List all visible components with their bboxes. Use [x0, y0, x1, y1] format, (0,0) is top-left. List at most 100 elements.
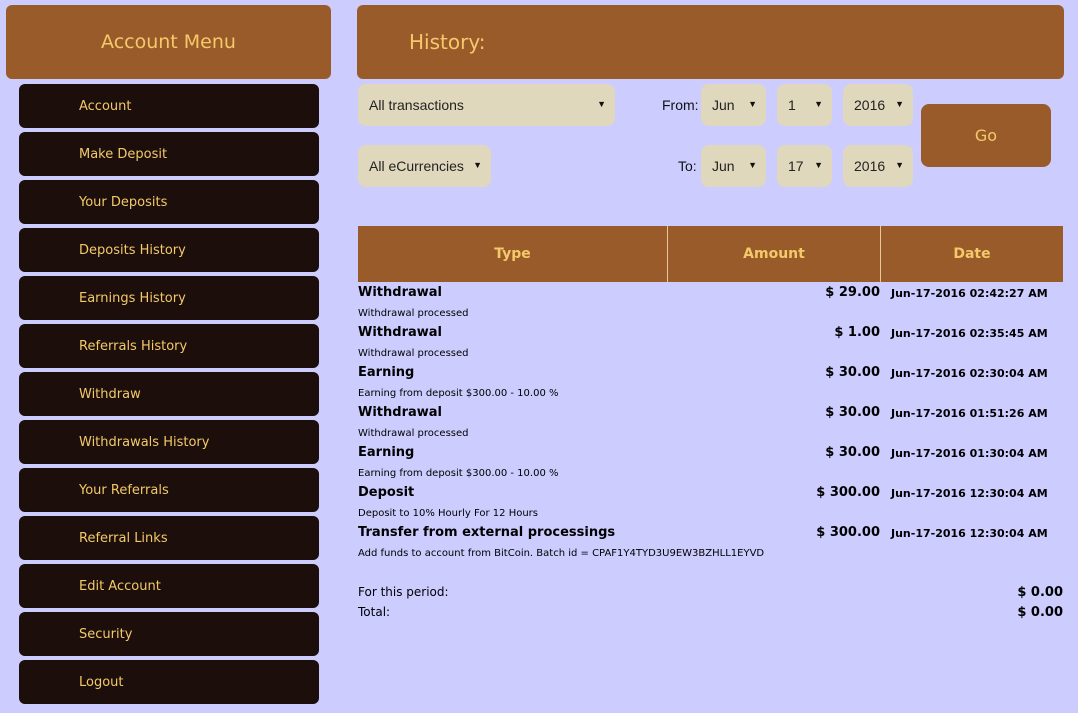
table-row: Earning $ 30.00 Jun-17-2016 01:30:04 AM … [358, 444, 1063, 484]
row-amount: $ 30.00 [825, 405, 880, 420]
row-description: Withdrawal processed [358, 428, 469, 439]
menu-item-edit-account[interactable]: Edit Account [19, 564, 319, 608]
dropdown-arrow-icon: ▼ [814, 160, 823, 170]
row-amount: $ 30.00 [825, 365, 880, 380]
menu-item-label: Logout [79, 674, 124, 690]
row-description: Earning from deposit $300.00 - 10.00 % [358, 468, 559, 479]
to-label: To: [678, 158, 697, 174]
history-table-body: Withdrawal $ 29.00 Jun-17-2016 02:42:27 … [358, 284, 1063, 564]
from-month-select[interactable]: Jun ▼ [701, 84, 766, 126]
menu-item-referrals-history[interactable]: Referrals History [19, 324, 319, 368]
row-description: Withdrawal processed [358, 308, 469, 319]
transaction-type-value: All transactions [369, 97, 464, 113]
dropdown-arrow-icon: ▼ [895, 160, 904, 170]
from-day-select[interactable]: 1 ▼ [777, 84, 832, 126]
table-row: Withdrawal $ 1.00 Jun-17-2016 02:35:45 A… [358, 324, 1063, 364]
row-type: Earning [358, 365, 415, 380]
row-description: Withdrawal processed [358, 348, 469, 359]
to-month-select[interactable]: Jun ▼ [701, 145, 766, 187]
menu-item-earnings-history[interactable]: Earnings History [19, 276, 319, 320]
period-total-value: $ 0.00 [1017, 585, 1063, 600]
row-date: Jun-17-2016 02:30:04 AM [891, 367, 1048, 380]
row-date: Jun-17-2016 01:30:04 AM [891, 447, 1048, 460]
grand-total-row: Total: $ 0.00 [358, 605, 1063, 625]
menu-item-label: Security [79, 626, 133, 642]
period-total-label: For this period: [358, 585, 449, 599]
column-header-type: Type [358, 226, 668, 282]
from-label: From: [662, 97, 699, 113]
period-total-row: For this period: $ 0.00 [358, 585, 1063, 605]
row-amount: $ 300.00 [816, 485, 880, 500]
page-title: History: [409, 30, 486, 54]
row-amount: $ 1.00 [834, 325, 880, 340]
row-type: Earning [358, 445, 415, 460]
history-table-header: Type Amount Date [358, 226, 1063, 282]
menu-item-logout[interactable]: Logout [19, 660, 319, 704]
menu-item-withdraw[interactable]: Withdraw [19, 372, 319, 416]
menu-item-label: Referrals History [79, 338, 188, 354]
menu-item-your-deposits[interactable]: Your Deposits [19, 180, 319, 224]
row-type: Transfer from external processings [358, 525, 616, 540]
row-type: Withdrawal [358, 285, 442, 300]
menu-item-label: Deposits History [79, 242, 186, 258]
row-amount: $ 29.00 [825, 285, 880, 300]
row-description: Earning from deposit $300.00 - 10.00 % [358, 388, 559, 399]
menu-item-referral-links[interactable]: Referral Links [19, 516, 319, 560]
from-year-select[interactable]: 2016 ▼ [843, 84, 913, 126]
to-day-select[interactable]: 17 ▼ [777, 145, 832, 187]
column-header-date: Date [953, 246, 991, 262]
account-menu-title: Account Menu [101, 31, 236, 53]
menu-item-label: Edit Account [79, 578, 161, 594]
menu-item-withdrawals-history[interactable]: Withdrawals History [19, 420, 319, 464]
account-menu: Account Make Deposit Your Deposits Depos… [19, 84, 319, 708]
from-year-value: 2016 [854, 97, 886, 113]
from-month-value: Jun [712, 97, 735, 113]
menu-item-make-deposit[interactable]: Make Deposit [19, 132, 319, 176]
table-row: Deposit $ 300.00 Jun-17-2016 12:30:04 AM… [358, 484, 1063, 524]
table-row: Earning $ 30.00 Jun-17-2016 02:30:04 AM … [358, 364, 1063, 404]
currency-select[interactable]: All eCurrencies ▼ [358, 145, 491, 187]
row-date: Jun-17-2016 01:51:26 AM [891, 407, 1048, 420]
table-row: Withdrawal $ 29.00 Jun-17-2016 02:42:27 … [358, 284, 1063, 324]
to-year-select[interactable]: 2016 ▼ [843, 145, 913, 187]
dropdown-arrow-icon: ▼ [748, 160, 757, 170]
row-amount: $ 30.00 [825, 445, 880, 460]
to-month-value: Jun [712, 158, 735, 174]
go-button-label: Go [974, 126, 998, 145]
row-date: Jun-17-2016 02:42:27 AM [891, 287, 1048, 300]
table-row: Withdrawal $ 30.00 Jun-17-2016 01:51:26 … [358, 404, 1063, 444]
row-type: Deposit [358, 485, 415, 500]
menu-item-label: Earnings History [79, 290, 186, 306]
menu-item-label: Withdraw [79, 386, 141, 402]
dropdown-arrow-icon: ▼ [597, 99, 606, 109]
menu-item-account[interactable]: Account [19, 84, 319, 128]
menu-item-deposits-history[interactable]: Deposits History [19, 228, 319, 272]
menu-item-security[interactable]: Security [19, 612, 319, 656]
grand-total-label: Total: [358, 605, 391, 619]
dropdown-arrow-icon: ▼ [814, 99, 823, 109]
row-date: Jun-17-2016 02:35:45 AM [891, 327, 1048, 340]
history-header: History: [357, 5, 1064, 79]
menu-item-your-referrals[interactable]: Your Referrals [19, 468, 319, 512]
row-date: Jun-17-2016 12:30:04 AM [891, 487, 1048, 500]
transaction-type-select[interactable]: All transactions ▼ [358, 84, 615, 126]
account-menu-header: Account Menu [6, 5, 331, 79]
dropdown-arrow-icon: ▼ [895, 99, 904, 109]
menu-item-label: Account [79, 98, 132, 114]
menu-item-label: Your Deposits [79, 194, 168, 210]
currency-value: All eCurrencies [369, 158, 464, 174]
menu-item-label: Make Deposit [79, 146, 168, 162]
to-day-value: 17 [788, 158, 804, 174]
dropdown-arrow-icon: ▼ [473, 160, 482, 170]
menu-item-label: Referral Links [79, 530, 168, 546]
row-description: Deposit to 10% Hourly For 12 Hours [358, 508, 538, 519]
to-year-value: 2016 [854, 158, 886, 174]
row-description: Add funds to account from BitCoin. Batch… [358, 548, 765, 559]
row-type: Withdrawal [358, 405, 442, 420]
column-header-amount: Amount [668, 226, 881, 282]
table-row: Transfer from external processings $ 300… [358, 524, 1063, 564]
go-button[interactable]: Go [921, 104, 1051, 167]
menu-item-label: Your Referrals [79, 482, 169, 498]
row-type: Withdrawal [358, 325, 442, 340]
grand-total-value: $ 0.00 [1017, 605, 1063, 620]
